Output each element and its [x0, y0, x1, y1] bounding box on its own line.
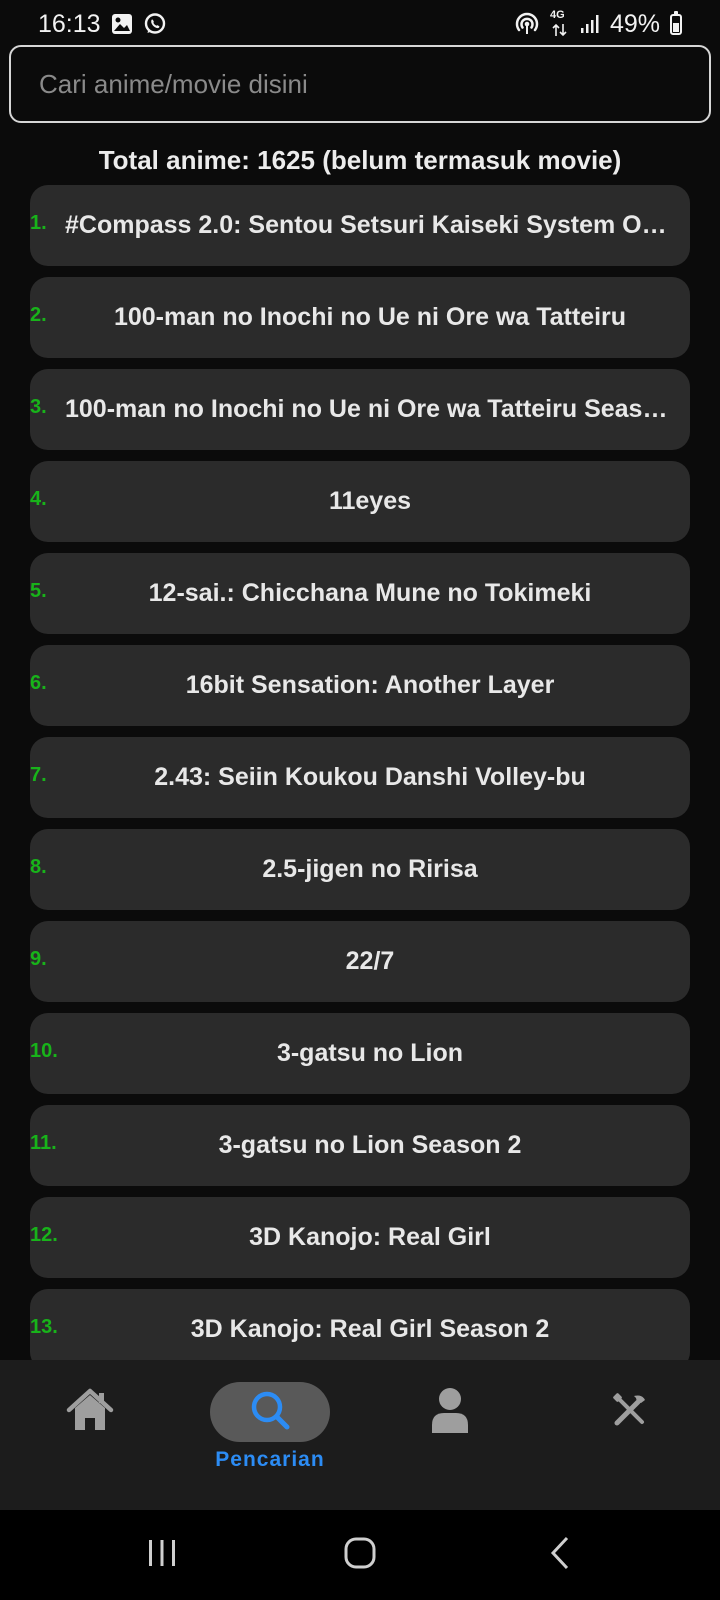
list-item[interactable]: 9. 22/7: [30, 921, 690, 1002]
list-item[interactable]: 4. 11eyes: [30, 461, 690, 542]
whatsapp-icon: [143, 12, 167, 36]
gallery-icon: [111, 13, 133, 35]
nav-settings-icon-wrap: [570, 1382, 690, 1442]
status-right: 4G 49%: [514, 9, 682, 39]
home-icon: [66, 1388, 114, 1437]
list-item[interactable]: 13. 3D Kanojo: Real Girl Season 2: [30, 1289, 690, 1360]
battery-fill: [673, 23, 679, 32]
search-input[interactable]: [37, 67, 683, 101]
list-item-index: 13.: [30, 1316, 58, 1338]
anime-list[interactable]: 1. #Compass 2.0: Sentou Setsuri Kaiseki …: [0, 185, 720, 1360]
list-item-title: 22/7: [345, 947, 395, 975]
list-item-title: 12-sai.: Chicchana Mune no Tokimeki: [148, 579, 592, 607]
nav-home-icon-wrap: [30, 1382, 150, 1442]
list-item-title: 100-man no Inochi no Ue ni Ore wa Tattei…: [113, 303, 627, 331]
search-box[interactable]: [9, 45, 711, 123]
battery-icon: [670, 10, 682, 35]
list-item-title: 3D Kanojo: Real Girl Season 2: [190, 1315, 550, 1343]
list-item-index: 5.: [30, 580, 47, 602]
list-item[interactable]: 1. #Compass 2.0: Sentou Setsuri Kaiseki …: [30, 185, 690, 266]
list-item-index: 6.: [30, 672, 47, 694]
screen: 16:13 4G 49% Cari anime/movie disini Tot…: [0, 0, 720, 1600]
list-item-index: 7.: [30, 764, 47, 786]
battery-percent: 49%: [609, 9, 660, 38]
nav-settings[interactable]: [540, 1360, 720, 1510]
list-item-index: 1.: [30, 212, 47, 234]
tools-icon: [612, 1392, 648, 1433]
nav-search[interactable]: Pencarian: [180, 1360, 360, 1510]
list-item-title: 11eyes: [328, 487, 412, 515]
data-arrows-icon: 4G: [549, 9, 570, 37]
nav-profile-icon-wrap: [390, 1382, 510, 1442]
system-nav-bar: [0, 1510, 720, 1600]
signal-icon: [580, 14, 600, 34]
list-item[interactable]: 5. 12-sai.: Chicchana Mune no Tokimeki: [30, 553, 690, 634]
search-icon: [249, 1389, 291, 1436]
back-icon: [549, 1536, 571, 1575]
list-item-index: 3.: [30, 396, 47, 418]
list-item[interactable]: 11. 3-gatsu no Lion Season 2: [30, 1105, 690, 1186]
recents-button[interactable]: [102, 1510, 222, 1600]
status-left: 16:13: [38, 10, 167, 39]
hotspot-icon: [514, 12, 540, 36]
list-item[interactable]: 8. 2.5-jigen no Ririsa: [30, 829, 690, 910]
bottom-nav: Pencarian: [0, 1360, 720, 1510]
list-item-title: #Compass 2.0: Sentou Setsuri Kaiseki Sys…: [65, 211, 675, 239]
list-item-index: 11.: [30, 1132, 57, 1154]
list-item[interactable]: 2. 100-man no Inochi no Ue ni Ore wa Tat…: [30, 277, 690, 358]
list-item-title: 100-man no Inochi no Ue ni Ore wa Tattei…: [65, 395, 675, 423]
list-item[interactable]: 7. 2.43: Seiin Koukou Danshi Volley-bu: [30, 737, 690, 818]
recents-icon: [146, 1539, 178, 1572]
list-item-title: 3D Kanojo: Real Girl: [249, 1223, 491, 1251]
list-item-title: 2.43: Seiin Koukou Danshi Volley-bu: [154, 763, 586, 791]
list-item-index: 8.: [30, 856, 47, 878]
home-circle-icon: [344, 1537, 376, 1574]
back-button[interactable]: [500, 1510, 620, 1600]
status-time: 16:13: [38, 9, 101, 38]
nav-search-label: Pencarian: [215, 1448, 325, 1471]
list-item-index: 2.: [30, 304, 47, 326]
list-item-index: 10.: [30, 1040, 58, 1062]
list-item-title: 2.5-jigen no Ririsa: [262, 855, 478, 883]
list-item[interactable]: 10. 3-gatsu no Lion: [30, 1013, 690, 1094]
list-item-title: 3-gatsu no Lion Season 2: [218, 1131, 522, 1159]
nav-search-icon-wrap: [210, 1382, 330, 1442]
status-bar: 16:13 4G 49%: [0, 0, 720, 48]
list-item-index: 9.: [30, 948, 47, 970]
nav-home[interactable]: [0, 1360, 180, 1510]
list-item[interactable]: 3. 100-man no Inochi no Ue ni Ore wa Tat…: [30, 369, 690, 450]
list-item-index: 4.: [30, 488, 47, 510]
list-item-title: 16bit Sensation: Another Layer: [185, 671, 555, 699]
list-item-index: 12.: [30, 1224, 58, 1246]
list-item[interactable]: 6. 16bit Sensation: Another Layer: [30, 645, 690, 726]
nav-profile[interactable]: [360, 1360, 540, 1510]
list-item[interactable]: 12. 3D Kanojo: Real Girl: [30, 1197, 690, 1278]
system-home-button[interactable]: [300, 1510, 420, 1600]
network-type: 4G: [549, 9, 565, 21]
user-icon: [430, 1387, 470, 1438]
total-anime-count: Total anime: 1625 (belum termasuk movie): [98, 145, 622, 175]
list-item-title: 3-gatsu no Lion: [276, 1039, 464, 1067]
